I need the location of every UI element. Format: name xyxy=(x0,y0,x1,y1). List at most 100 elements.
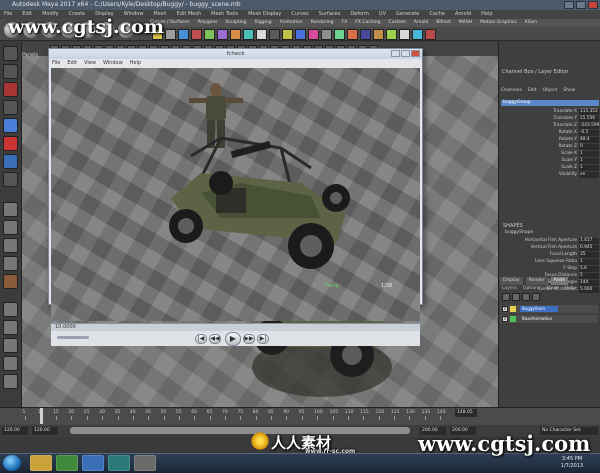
shelf-tab[interactable]: FX xyxy=(342,19,348,27)
channel-attribute-row[interactable]: Vertical Film Aperture 0.945 xyxy=(501,245,599,251)
shape-name[interactable]: buggyShape xyxy=(505,230,533,235)
menu-item-generate[interactable]: Generate xyxy=(396,10,419,19)
attribute-value[interactable]: on xyxy=(579,172,599,178)
move-layer-up-icon[interactable] xyxy=(522,293,530,301)
current-frame-field[interactable]: 148.05 xyxy=(455,409,477,417)
menu-item-surfaces[interactable]: Surfaces xyxy=(319,10,341,19)
shelf-tool-icon[interactable] xyxy=(321,28,332,40)
layer-tab-display[interactable]: Display xyxy=(500,277,523,285)
layer-menu-help[interactable]: Help xyxy=(564,286,574,291)
layout-icon[interactable] xyxy=(3,302,18,317)
side-by-side-layout-icon[interactable] xyxy=(3,238,18,253)
fcheck-menu-file[interactable]: File xyxy=(52,59,60,67)
lasso-tool-icon[interactable] xyxy=(3,64,18,79)
channel-attribute-row[interactable]: Scale Z1 xyxy=(501,165,599,171)
step-back-button[interactable]: ◀◀ xyxy=(209,334,221,344)
layout-icon[interactable] xyxy=(3,320,18,335)
channel-attribute-row[interactable]: Visibility on xyxy=(501,172,599,178)
menu-item-arnold[interactable]: Arnold xyxy=(455,10,471,19)
shelf-tool-icon[interactable] xyxy=(165,28,176,40)
shelf-tool-icon[interactable] xyxy=(230,28,241,40)
shelf-tab[interactable]: Arnold xyxy=(414,19,429,27)
channel-attribute-row[interactable]: Focal Length 35 xyxy=(501,252,599,258)
menu-item-mesh-display[interactable]: Mesh Display xyxy=(248,10,281,19)
app-taskbar-icon[interactable] xyxy=(134,455,156,471)
fcheck-minimize-button[interactable] xyxy=(391,50,400,57)
graph-layout-icon[interactable] xyxy=(3,256,18,271)
outliner-layout-icon[interactable] xyxy=(3,274,18,289)
fcheck-scrub-bar[interactable] xyxy=(51,323,420,331)
channel-attribute-row[interactable]: Horizontal Film Aperture 1.417 xyxy=(501,238,599,244)
layer-row[interactable]: V BuggyAnim xyxy=(500,305,598,313)
shelf-tool-icon[interactable] xyxy=(360,28,371,40)
menu-item-help[interactable]: Help xyxy=(481,10,492,19)
layout-icon[interactable] xyxy=(3,374,18,389)
inner-start-field[interactable]: 120.00 xyxy=(32,427,58,435)
shelf-tab[interactable]: Animation xyxy=(280,19,303,27)
attribute-value[interactable]: 1 xyxy=(579,158,599,164)
attribute-value[interactable]: -6.5 xyxy=(579,130,599,136)
app-taskbar-icon[interactable] xyxy=(82,455,104,471)
fcheck-maximize-button[interactable] xyxy=(401,50,410,57)
shelf-tab[interactable]: MASH xyxy=(459,19,472,27)
shelf-tab[interactable]: Bifrost xyxy=(436,19,451,27)
move-layer-down-icon[interactable] xyxy=(532,293,540,301)
channel-menu-edit[interactable]: Edit xyxy=(528,88,537,93)
layer-menu-layers[interactable]: Layers xyxy=(502,286,517,291)
selected-object-name[interactable]: buggyGroup xyxy=(501,100,599,106)
rotate-tool-icon[interactable] xyxy=(3,118,18,133)
layout-icon[interactable] xyxy=(3,338,18,353)
attribute-value[interactable]: 48.4 xyxy=(579,137,599,143)
layer-color-swatch[interactable] xyxy=(510,316,516,322)
shelf-tool-icon[interactable] xyxy=(178,28,189,40)
attribute-value[interactable]: 15.556 xyxy=(579,116,599,122)
attribute-value[interactable]: 5.6 xyxy=(579,266,599,272)
single-pane-layout-icon[interactable] xyxy=(3,202,18,217)
layer-tab-anim[interactable]: Anim xyxy=(550,277,569,285)
channel-menu-channels[interactable]: Channels xyxy=(501,88,522,93)
layer-name[interactable]: BuggyAnim xyxy=(520,306,558,312)
shelf-tool-icon[interactable] xyxy=(386,28,397,40)
shelf-tab[interactable]: Custom xyxy=(389,19,406,27)
fcheck-menu-edit[interactable]: Edit xyxy=(67,59,77,67)
attribute-value[interactable]: 1 xyxy=(579,165,599,171)
shelf-tool-icon[interactable] xyxy=(334,28,345,40)
volume-slider[interactable] xyxy=(57,336,89,339)
start-time-field[interactable]: 120.00 xyxy=(2,427,28,435)
menu-item-mesh-tools[interactable]: Mesh Tools xyxy=(211,10,238,19)
shelf-tool-icon[interactable] xyxy=(373,28,384,40)
panels-menu[interactable]: Panels xyxy=(22,52,50,62)
channel-attribute-row[interactable]: Scale Y1 xyxy=(501,158,599,164)
play-button[interactable]: ▶ xyxy=(225,332,241,346)
fcheck-close-button[interactable] xyxy=(411,50,420,57)
paint-select-tool-icon[interactable] xyxy=(3,82,18,97)
maya-taskbar-icon[interactable] xyxy=(108,455,130,471)
shelf-tool-icon[interactable] xyxy=(425,28,436,40)
shelf-tool-icon[interactable] xyxy=(269,28,280,40)
attribute-value[interactable]: 0.945 xyxy=(579,245,599,251)
shelf-tool-icon[interactable] xyxy=(204,28,215,40)
shelf-tool-icon[interactable] xyxy=(243,28,254,40)
go-to-end-button[interactable]: ▶| xyxy=(257,334,269,344)
shelf-tool-icon[interactable] xyxy=(412,28,423,40)
channel-attribute-row[interactable]: Scale X1 xyxy=(501,151,599,157)
fcheck-menu-help[interactable]: Help xyxy=(130,59,141,67)
shelf-tool-icon[interactable] xyxy=(347,28,358,40)
channel-attribute-row[interactable]: Lens Squeeze Ratio 1 xyxy=(501,259,599,265)
attribute-value[interactable]: 35 xyxy=(579,252,599,258)
channel-menu-show[interactable]: Show xyxy=(563,88,575,93)
explorer-taskbar-icon[interactable] xyxy=(30,455,52,471)
minimize-button[interactable] xyxy=(564,1,574,9)
menu-item-uv[interactable]: UV xyxy=(379,10,386,19)
channel-attribute-row[interactable]: Translate X 115.352 xyxy=(501,109,599,115)
attribute-value[interactable]: 1 xyxy=(579,259,599,265)
time-slider[interactable]: 5101520253035404550556065707580859095100… xyxy=(0,407,600,425)
shelf-tab[interactable]: FX Caching xyxy=(355,19,380,27)
channel-attribute-row[interactable]: F Stop 5.6 xyxy=(501,266,599,272)
close-button[interactable] xyxy=(588,1,598,9)
fcheck-menu-view[interactable]: View xyxy=(84,59,96,67)
visibility-toggle[interactable]: V xyxy=(502,316,508,322)
select-tool-icon[interactable] xyxy=(3,46,18,61)
shelf-tool-icon[interactable] xyxy=(256,28,267,40)
chrome-taskbar-icon[interactable] xyxy=(56,455,78,471)
